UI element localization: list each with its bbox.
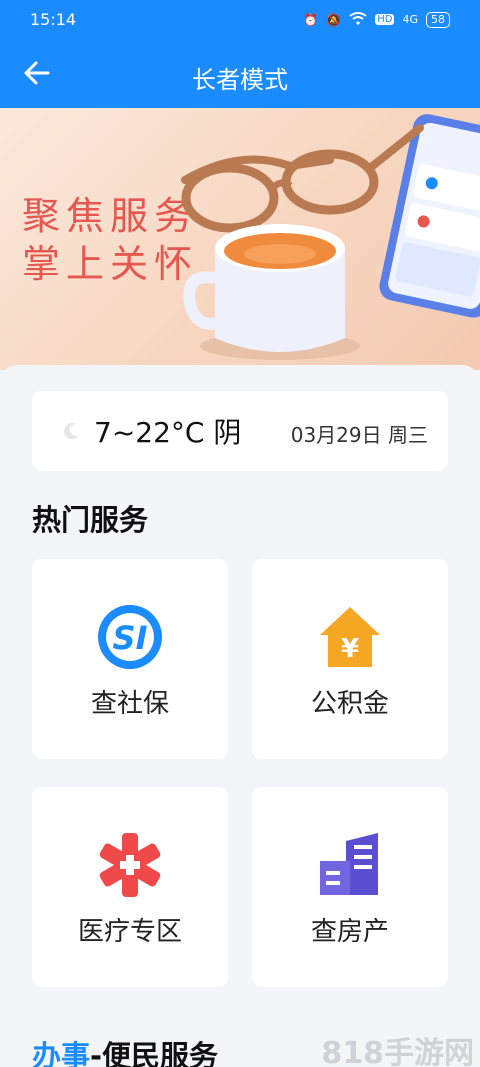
app-header: 长者模式 <box>0 40 480 108</box>
status-bar: 15:14 ⏰ 🔕 HD 4G 58 <box>0 0 480 40</box>
moon-icon <box>64 422 79 439</box>
service-label: 查社保 <box>90 689 169 719</box>
wifi-icon <box>349 11 367 28</box>
battery-icon: 58 <box>426 11 450 28</box>
section-title-highlight: 办事 <box>32 1039 91 1067</box>
service-tile-social-security[interactable]: SI 查社保 <box>32 559 228 759</box>
svg-text:¥: ¥ <box>341 634 359 664</box>
hot-services-title: 热门服务 <box>32 503 149 537</box>
section-title-rest: -便民服务 <box>90 1039 219 1067</box>
service-tile-housing-fund[interactable]: ¥ 公积金 <box>252 559 448 759</box>
status-icons: ⏰ 🔕 HD 4G 58 <box>303 11 450 28</box>
service-tile-medical[interactable]: 医疗专区 <box>32 787 228 987</box>
service-label: 医疗专区 <box>77 917 182 947</box>
housing-fund-icon: ¥ <box>320 607 380 667</box>
svg-text:SI: SI <box>113 619 148 657</box>
signal-label: 4G <box>402 13 418 26</box>
hd-badge: HD <box>375 14 395 25</box>
main-content: 7~22°C 阴 03月29日 周三 热门服务 SI 查社保 ¥ 公积金 医疗专… <box>0 365 480 1067</box>
status-time: 15:14 <box>30 10 77 29</box>
social-security-icon: SI <box>98 605 162 669</box>
banner-illustration <box>181 114 480 360</box>
service-label: 查房产 <box>310 917 389 947</box>
promo-banner[interactable]: 聚焦服务 掌上关怀 <box>0 108 480 370</box>
service-tile-property[interactable]: 查房产 <box>252 787 448 987</box>
convenience-services-title: 办事-便民服务 <box>32 1033 218 1067</box>
weather-card: 7~22°C 阴 03月29日 周三 <box>32 391 448 471</box>
watermark: 818手游网 <box>321 1036 474 1067</box>
mute-icon: 🔕 <box>326 12 342 27</box>
alarm-icon: ⏰ <box>303 12 319 27</box>
property-icon <box>320 833 378 895</box>
medical-icon <box>99 833 161 897</box>
weather-temperature: 7~22°C 阴 <box>94 416 242 449</box>
service-label: 公积金 <box>310 689 389 719</box>
page-title: 长者模式 <box>192 66 288 94</box>
weather-date: 03月29日 周三 <box>290 423 428 447</box>
